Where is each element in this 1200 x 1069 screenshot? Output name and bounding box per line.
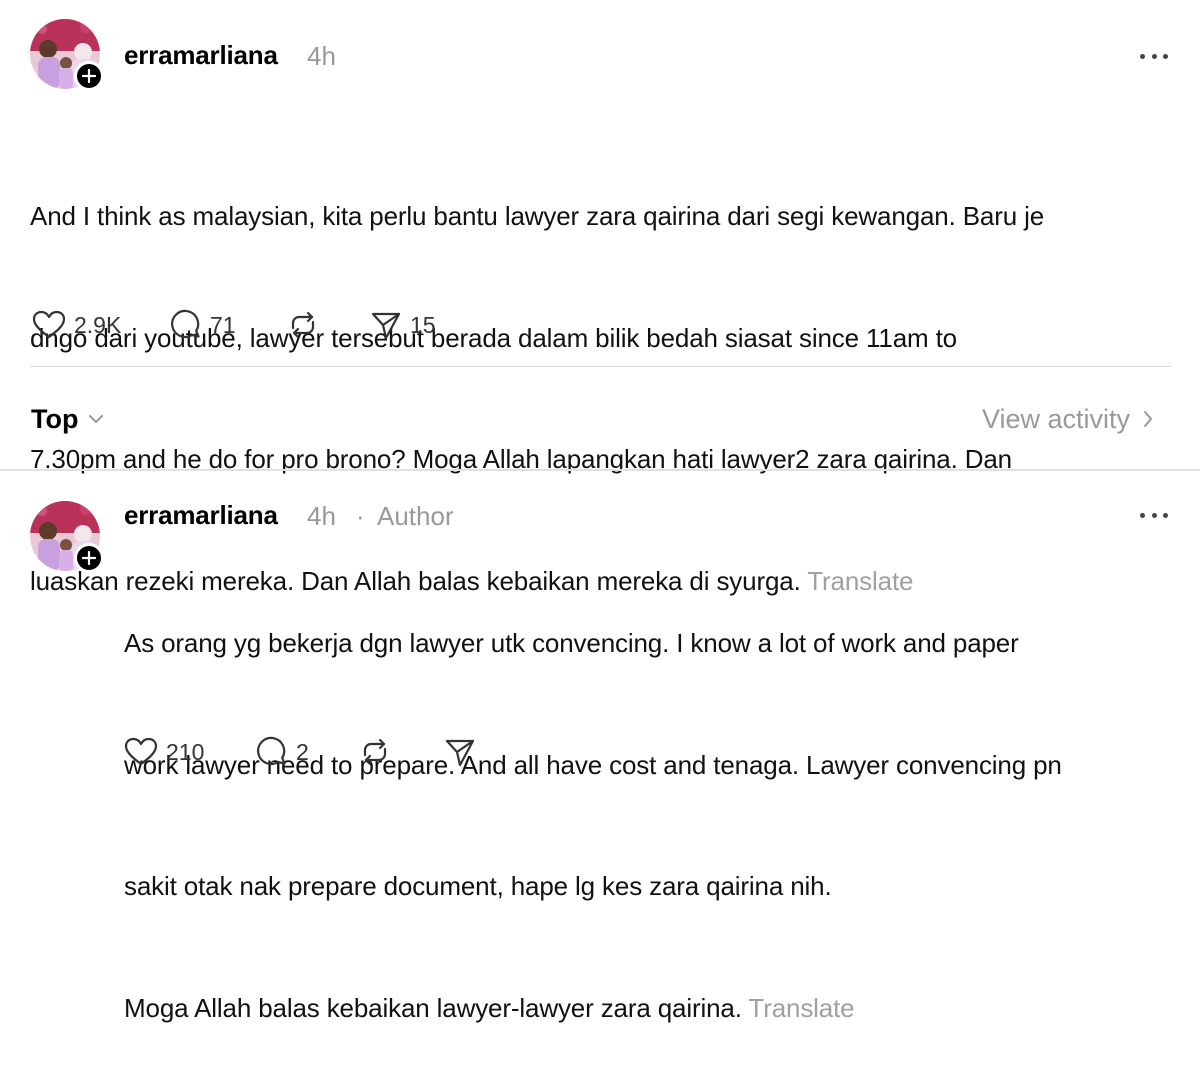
reply-line: As orang yg bekerja dgn lawyer utk conve…: [124, 628, 1019, 658]
reply-username[interactable]: erramarliana: [124, 500, 278, 530]
reply-share-button[interactable]: [444, 735, 476, 769]
send-icon: [371, 312, 401, 340]
reply-follow-button[interactable]: [74, 543, 104, 573]
reply-repost-button[interactable]: [358, 735, 392, 769]
reply-time: 4h: [307, 501, 336, 531]
like-count: 2.9K: [74, 312, 122, 338]
chevron-down-icon: [89, 415, 104, 423]
section-divider: [0, 469, 1200, 471]
reply-button[interactable]: 71: [170, 308, 236, 342]
follow-button[interactable]: [74, 61, 104, 91]
send-icon: [445, 739, 475, 767]
username[interactable]: erramarliana: [124, 40, 278, 70]
post-line: And I think as malaysian, kita perlu ban…: [30, 201, 1045, 231]
sort-dropdown[interactable]: Top: [31, 402, 105, 436]
reply-line: Moga Allah balas kebaikan lawyer-lawyer …: [124, 992, 749, 1023]
reply-like-button[interactable]: 210: [124, 735, 204, 769]
chevron-right-icon: [1144, 411, 1153, 427]
comment-icon: [257, 736, 286, 765]
divider: [30, 366, 1172, 367]
repost-button[interactable]: [286, 308, 320, 342]
meta-separator: ·: [356, 501, 365, 531]
repost-icon: [363, 738, 387, 766]
view-activity-link[interactable]: View activity: [982, 402, 1155, 436]
post-time: 4h: [307, 41, 336, 71]
plus-icon: [82, 69, 96, 83]
more-dots-icon[interactable]: [1140, 510, 1168, 520]
repost-icon: [291, 311, 315, 339]
author-badge: Author: [377, 501, 454, 531]
post-line: 7.30pm and he do for pro brono? Moga All…: [30, 444, 1012, 474]
reply-like-count: 210: [166, 739, 205, 765]
heart-icon: [124, 737, 158, 766]
like-button[interactable]: 2.9K: [32, 308, 121, 342]
reply-reply-button[interactable]: 2: [256, 735, 309, 769]
reply-count: 71: [210, 312, 236, 338]
translate-link[interactable]: Translate: [748, 993, 854, 1023]
heart-icon: [32, 310, 66, 339]
view-activity-label: View activity: [982, 404, 1131, 434]
share-button[interactable]: 15: [370, 308, 436, 342]
more-dots-icon[interactable]: [1140, 51, 1168, 61]
comment-icon: [171, 309, 200, 338]
share-count: 15: [410, 312, 436, 338]
reply-body: As orang yg bekerja dgn lawyer utk conve…: [124, 542, 1062, 1069]
plus-icon: [82, 551, 96, 565]
sort-label: Top: [31, 404, 79, 434]
reply-reply-count: 2: [296, 739, 309, 765]
reply-line: sakit otak nak prepare document, hape lg…: [124, 871, 832, 901]
